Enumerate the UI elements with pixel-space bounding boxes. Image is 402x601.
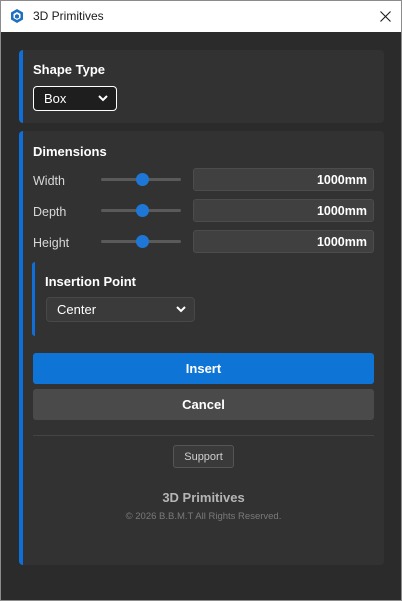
support-button[interactable]: Support	[173, 445, 234, 468]
sketchup-cube-icon	[11, 9, 23, 23]
chevron-down-icon	[176, 306, 186, 313]
footer-title: 3D Primitives	[162, 490, 245, 505]
shape-type-panel: Shape Type Box	[19, 50, 384, 123]
cancel-button[interactable]: Cancel	[33, 389, 374, 420]
shape-type-title: Shape Type	[33, 62, 106, 77]
insertion-point-value: Center	[57, 302, 97, 317]
footer-copyright: © 2026 B.B.M.T All Rights Reserved.	[125, 511, 282, 522]
shape-type-value: Box	[44, 91, 67, 106]
dialog-content: Shape Type Box Dimensions Width 1000mm D…	[1, 32, 401, 600]
close-button[interactable]	[369, 1, 401, 32]
height-slider[interactable]	[101, 235, 181, 249]
depth-label: Depth	[33, 205, 67, 219]
title-bar[interactable]: 3D Primitives	[1, 1, 401, 32]
slider-thumb[interactable]	[135, 204, 149, 217]
width-slider[interactable]	[101, 173, 181, 187]
depth-input[interactable]: 1000mm	[193, 199, 374, 222]
insertion-point-select[interactable]: Center	[46, 297, 195, 322]
close-icon	[379, 11, 391, 22]
dimensions-panel: Dimensions Width 1000mm Depth 1000mm Hei…	[19, 131, 384, 565]
insert-button[interactable]: Insert	[33, 353, 374, 384]
height-label: Height	[33, 236, 70, 250]
height-input[interactable]: 1000mm	[193, 230, 374, 253]
slider-thumb[interactable]	[135, 173, 149, 186]
dialog-window: 3D Primitives Shape Type Box Dimensions …	[0, 0, 402, 601]
footer-divider	[33, 435, 374, 436]
chevron-down-icon	[98, 95, 108, 102]
window-title: 3D Primitives	[33, 9, 104, 23]
dimensions-title: Dimensions	[33, 144, 107, 159]
insertion-point-title: Insertion Point	[45, 274, 136, 289]
depth-slider[interactable]	[101, 204, 181, 218]
slider-thumb[interactable]	[135, 235, 149, 248]
shape-type-select[interactable]: Box	[33, 86, 117, 111]
width-input[interactable]: 1000mm	[193, 168, 374, 191]
width-label: Width	[33, 174, 65, 188]
